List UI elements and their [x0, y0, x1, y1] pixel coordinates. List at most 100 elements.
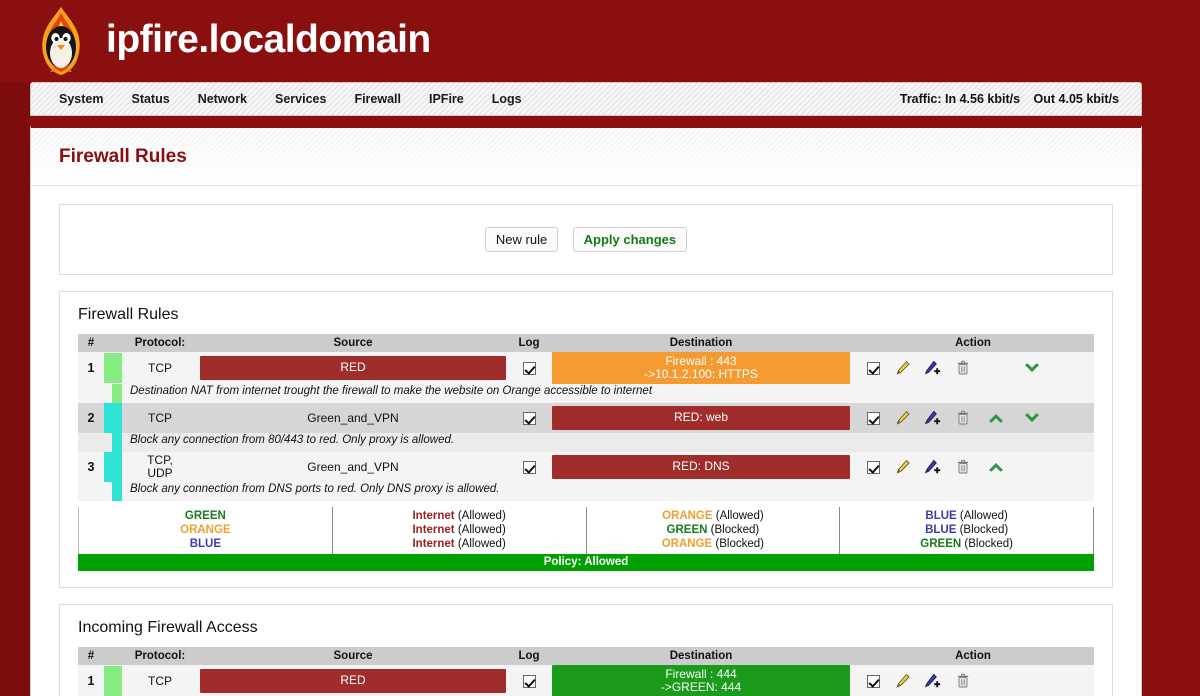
legend-zone: BLUE [189, 538, 222, 550]
table-row[interactable]: 1 TCP RED Firewall : 443 ->10.1.2.100: HTTPS [78, 352, 1094, 384]
legend-zone: ORANGE [662, 510, 713, 522]
panel-header: Firewall Rules [31, 128, 1141, 186]
firewall-rules-box: Firewall Rules # Protocol: Source Log De… [59, 291, 1113, 588]
enable-checkbox-wrap[interactable] [858, 670, 888, 692]
table-row[interactable]: 3 TCP, UDP Green_and_VPN RED: DNS [78, 452, 1094, 482]
rule-note-row: Destination NAT from internet trought th… [78, 384, 1094, 403]
firewall-rules-table-wrap: # Protocol: Source Log Destination Actio… [60, 334, 1112, 587]
trash-delete-icon[interactable] [948, 456, 978, 478]
trash-delete-icon[interactable] [948, 407, 978, 429]
enable-checkbox-wrap[interactable] [858, 407, 888, 429]
column-header-destination: Destination [550, 647, 852, 665]
log-checkbox[interactable] [522, 412, 536, 426]
new-rule-button[interactable]: New rule [484, 227, 559, 252]
chevron-up-icon[interactable] [978, 456, 1014, 478]
legend-entry: Internet (Allowed) [337, 537, 582, 551]
column-header-protocol: Protocol: [122, 334, 198, 352]
rule-remark: Block any connection from 80/443 to red.… [122, 433, 1094, 452]
nav-item-logs[interactable]: Logs [478, 83, 536, 115]
nav-item-system[interactable]: System [45, 83, 117, 115]
pen-plus-copy-icon[interactable] [918, 670, 948, 692]
legend-zone: GREEN [184, 510, 226, 522]
rule-source-cell: Green_and_VPN [198, 452, 508, 482]
rule-number: 2 [78, 403, 104, 433]
traffic-status: Traffic: In 4.56 kbit/s Out 4.05 kbit/s [900, 92, 1127, 106]
pencil-edit-icon[interactable] [888, 456, 918, 478]
brand-title: ipfire.localdomain [106, 17, 431, 61]
rule-source: Green_and_VPN [307, 460, 399, 474]
rule-destination-cell: Firewall : 444 ->GREEN: 444 [550, 665, 852, 696]
nav-item-network[interactable]: Network [184, 83, 261, 115]
enable-checkbox-wrap[interactable] [858, 357, 888, 379]
rule-remark: Block any connection from DNS ports to r… [122, 482, 1094, 501]
rule-color-bar [104, 452, 122, 482]
rule-destination: RED: web [552, 406, 850, 430]
column-header-action: Action [852, 334, 1094, 352]
pen-plus-copy-icon[interactable] [918, 456, 948, 478]
rule-log-cell [508, 665, 550, 696]
pencil-edit-icon[interactable] [888, 357, 918, 379]
legend-state: (Blocked) [964, 538, 1013, 550]
rule-remark: Destination NAT from internet trought th… [122, 384, 1094, 403]
toolbar-box: New rule Apply changes [59, 204, 1113, 275]
table-row[interactable]: 2 TCP Green_and_VPN RED: web [78, 403, 1094, 433]
nav-item-services[interactable]: Services [261, 83, 340, 115]
content-panel: Firewall Rules New rule Apply changes Fi… [30, 125, 1142, 696]
table-header-row: # Protocol: Source Log Destination Actio… [78, 647, 1094, 665]
chevron-up-icon[interactable] [978, 407, 1014, 429]
firewall-rules-body: 1 TCP RED Firewall : 443 ->10.1.2.100: HTTPS… [78, 352, 1094, 501]
rule-source: Green_and_VPN [307, 411, 399, 425]
nav-item-firewall[interactable]: Firewall [340, 83, 415, 115]
rule-log-cell [508, 403, 550, 433]
nav-item-ipfire[interactable]: IPFire [415, 83, 478, 115]
legend-entry: GREEN [83, 509, 328, 523]
column-header-log: Log [508, 334, 550, 352]
log-checkbox[interactable] [522, 461, 536, 475]
legend-zone: GREEN [666, 524, 708, 536]
nav-item-status[interactable]: Status [117, 83, 183, 115]
enable-checkbox-wrap[interactable] [858, 456, 888, 478]
rule-source-cell: RED [198, 665, 508, 696]
enable-checkbox[interactable] [866, 674, 880, 688]
rule-destination-cell: Firewall : 443 ->10.1.2.100: HTTPS [550, 352, 852, 384]
legend-entry: Internet (Allowed) [337, 509, 582, 523]
pen-plus-copy-icon[interactable] [918, 407, 948, 429]
note-spacer [78, 433, 104, 452]
chevron-down-icon[interactable] [1014, 357, 1050, 379]
trash-delete-icon[interactable] [948, 357, 978, 379]
rule-protocol: TCP [122, 403, 198, 433]
note-spacer [78, 482, 104, 501]
enable-checkbox[interactable] [866, 460, 880, 474]
rule-note-row: Block any connection from DNS ports to r… [78, 482, 1094, 501]
chevron-down-icon[interactable] [1014, 407, 1050, 429]
legend-state: (Allowed) [457, 538, 506, 550]
rule-color-bar [104, 403, 122, 433]
enable-checkbox[interactable] [866, 361, 880, 375]
apply-changes-button[interactable]: Apply changes [572, 227, 688, 252]
legend-state: (Allowed) [457, 524, 506, 536]
note-color-bar [104, 384, 122, 403]
pencil-edit-icon[interactable] [888, 407, 918, 429]
log-checkbox[interactable] [522, 675, 536, 689]
pen-plus-copy-icon[interactable] [918, 357, 948, 379]
legend-entry: BLUE (Allowed) [844, 509, 1089, 523]
rule-note-row: Block any connection from 80/443 to red.… [78, 433, 1094, 452]
legend-entry: BLUE (Blocked) [844, 523, 1089, 537]
rule-number: 1 [78, 665, 104, 696]
legend-entry: Internet (Allowed) [337, 523, 582, 537]
rule-log-cell [508, 352, 550, 384]
toolbar-buttons: New rule Apply changes [60, 205, 1112, 274]
legend-state: (Allowed) [715, 510, 764, 522]
legend-entry: ORANGE [83, 523, 328, 537]
table-row[interactable]: 1 TCP RED Firewall : 444 ->GREEN: 444 [78, 665, 1094, 696]
zone-legend-table: GREEN ORANGE BLUE Internet (Allowed) Interne… [78, 507, 1094, 554]
main-navigation: System Status Network Services Firewall … [30, 82, 1142, 116]
legend-zone: Internet [412, 524, 455, 536]
legend-column-4: BLUE (Allowed) BLUE (Blocked) GREEN (Block… [839, 507, 1094, 554]
pencil-edit-icon[interactable] [888, 670, 918, 692]
trash-delete-icon[interactable] [948, 670, 978, 692]
log-checkbox[interactable] [522, 362, 536, 376]
rule-source-cell: RED [198, 352, 508, 384]
rule-protocol: TCP [122, 665, 198, 696]
enable-checkbox[interactable] [866, 411, 880, 425]
